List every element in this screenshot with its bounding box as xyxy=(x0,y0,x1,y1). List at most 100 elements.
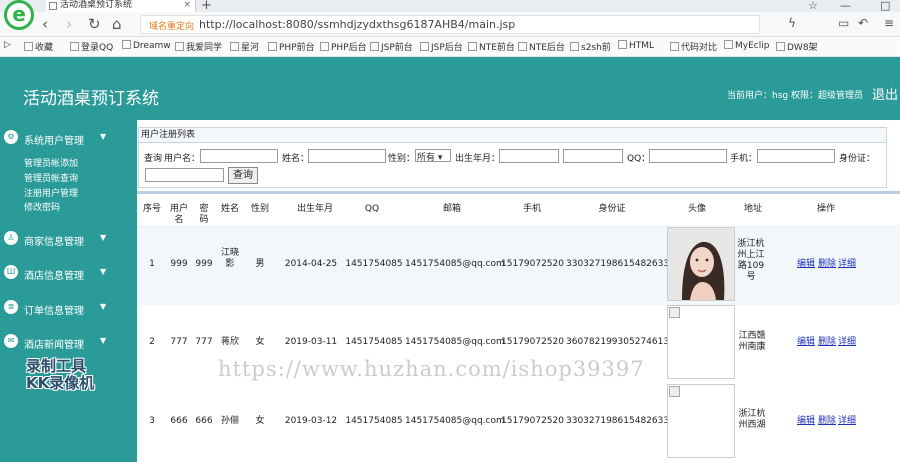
browser-tab-bar: 活动酒桌预订系统 × + ☆ — □ xyxy=(0,0,900,13)
delete-link[interactable]: 删除 xyxy=(818,259,836,270)
table-header: 手机 xyxy=(522,204,541,214)
tablet-icon[interactable]: ▭ xyxy=(838,16,849,30)
sidebar-menu-merchant[interactable]: ♙ 商家信息管理 ▼ xyxy=(0,228,137,250)
bookmark-item[interactable]: Dreamw xyxy=(122,40,171,51)
cell-address: 浙江杭州上江路109号 xyxy=(737,239,765,282)
bookmark-item[interactable]: PHP前台 xyxy=(268,40,315,53)
cell-address: 浙江杭州西湖 xyxy=(738,409,766,430)
cell-idcard: 330327198615482633 xyxy=(566,259,670,269)
cell-name: 蒋欣 xyxy=(220,337,239,347)
sidebar-toggle-icon[interactable]: ▷ xyxy=(4,40,11,50)
phone-label: 手机： xyxy=(730,154,758,164)
bookmark-item[interactable]: MyEclip xyxy=(724,40,769,51)
cell-username: 999 xyxy=(170,259,188,269)
bookmark-item[interactable]: s2sh前 xyxy=(570,40,611,53)
sidebar-menu-hotel[interactable]: Ш 酒店信息管理 ▼ xyxy=(0,262,137,284)
bookmark-item[interactable]: 星河 xyxy=(230,40,259,53)
cell-name: 江晓影 xyxy=(221,248,240,269)
idcard-label: 身份证： xyxy=(839,154,876,164)
sidebar-sub-admin-query[interactable]: 管理员帐查询 xyxy=(24,171,78,184)
search-button[interactable]: 查询 xyxy=(228,167,258,184)
bookmark-item[interactable]: JSP前台 xyxy=(370,40,413,53)
detail-link[interactable]: 详细 xyxy=(838,337,856,348)
avatar xyxy=(667,305,735,379)
name-label: 姓名： xyxy=(282,154,310,164)
bookmark-item[interactable]: 代码对比 xyxy=(670,40,717,53)
close-tab-icon[interactable]: × xyxy=(183,0,191,11)
bookmark-star-icon[interactable]: ☆ xyxy=(808,0,818,12)
maximize-icon[interactable]: □ xyxy=(880,0,890,12)
table-header: 邮箱 xyxy=(442,204,461,214)
bookmark-icon xyxy=(320,42,329,51)
sidebar-menu-order[interactable]: ≣ 订单信息管理 ▼ xyxy=(0,297,137,319)
edit-link[interactable]: 编辑 xyxy=(797,337,815,348)
sidebar-sub-user-manage[interactable]: 注册用户管理 xyxy=(24,186,78,199)
user-icon: ♙ xyxy=(4,231,18,245)
bookmark-item[interactable]: JSP后台 xyxy=(420,40,463,53)
sidebar-menu-news[interactable]: ✉ 酒店新闻管理 ▼ xyxy=(0,331,137,353)
cell-password: 666 xyxy=(195,416,213,426)
url-text[interactable]: http://localhost:8080/ssmhdjzydxthsg6187… xyxy=(199,18,515,31)
cell-birth: 2019-03-11 xyxy=(284,337,338,347)
minimize-icon[interactable]: — xyxy=(840,0,851,12)
app-title: 活动酒桌预订系统 xyxy=(23,89,159,109)
gender-select[interactable]: 所有 ▾ xyxy=(415,149,451,163)
order-icon: ≣ xyxy=(4,300,18,314)
browser-tab[interactable]: 活动酒桌预订系统 × xyxy=(46,0,196,12)
qq-label: QQ： xyxy=(627,154,651,164)
cell-qq: 1451754085 xyxy=(345,259,403,269)
bookmark-item[interactable]: PHP后台 xyxy=(320,40,367,53)
lightning-icon[interactable]: ϟ xyxy=(788,16,796,30)
edit-link[interactable]: 编辑 xyxy=(797,259,815,270)
bookmark-icon xyxy=(175,42,184,51)
sidebar-sub-admin-add[interactable]: 管理员帐添加 xyxy=(24,156,78,169)
url-field[interactable]: 域名重定向 http://localhost:8080/ssmhdjzydxth… xyxy=(140,15,760,34)
bookmark-item[interactable]: NTE前台 xyxy=(468,40,515,53)
query-label: 查询 xyxy=(144,154,163,164)
username-input[interactable] xyxy=(200,149,278,163)
birth-start-input[interactable] xyxy=(499,149,559,163)
name-input[interactable] xyxy=(308,149,386,163)
bookmark-item[interactable]: 我爱同学 xyxy=(175,40,222,53)
sidebar-menu-system-users[interactable]: ⚙ 系统用户管理 ▼ xyxy=(0,127,137,149)
table-header: 操作 xyxy=(816,204,835,214)
cell-email: 1451754085@qq.com xyxy=(405,416,505,426)
table-header: 密码 xyxy=(199,204,209,225)
bookmark-item[interactable]: DW8架 xyxy=(776,40,818,53)
sidebar-sub-change-password[interactable]: 修改密码 xyxy=(24,200,60,213)
bookmark-icon xyxy=(618,40,627,49)
tab-title: 活动酒桌预订系统 xyxy=(60,0,133,10)
edit-link[interactable]: 编辑 xyxy=(797,416,815,427)
bookmark-item[interactable]: 登录QQ xyxy=(70,40,113,53)
bookmark-item[interactable]: NTE后台 xyxy=(518,40,565,53)
delete-link[interactable]: 删除 xyxy=(818,416,836,427)
bookmark-icon xyxy=(570,42,579,51)
avatar xyxy=(667,384,735,458)
address-bar: ‹ › ↻ ⌂ 域名重定向 http://localhost:8080/ssmh… xyxy=(0,12,900,37)
reload-icon[interactable]: ↻ xyxy=(88,15,101,33)
home-icon[interactable]: ⌂ xyxy=(112,15,122,33)
logout-link[interactable]: 退出 xyxy=(872,84,898,103)
table-header: QQ xyxy=(364,204,380,214)
cell-birth: 2014-04-25 xyxy=(284,259,338,269)
undo-icon[interactable]: ↶ xyxy=(858,16,868,30)
cell-qq: 1451754085 xyxy=(345,416,403,426)
qq-input[interactable] xyxy=(649,149,727,163)
phone-input[interactable] xyxy=(757,149,835,163)
menu-icon[interactable]: ≡ xyxy=(884,16,894,30)
birth-label: 出生年月： xyxy=(455,154,501,164)
bookmark-item[interactable]: 收藏 xyxy=(24,40,53,53)
delete-link[interactable]: 删除 xyxy=(818,337,836,348)
detail-link[interactable]: 详细 xyxy=(838,416,856,427)
detail-link[interactable]: 详细 xyxy=(838,259,856,270)
cell-no: 3 xyxy=(149,416,155,426)
main-panel: 用户注册列表 查询 用户名： 姓名： 性别： 所有 ▾ 出生年月： QQ： 手机… xyxy=(137,120,900,462)
idcard-input[interactable] xyxy=(145,168,224,182)
back-icon[interactable]: ‹ xyxy=(42,15,48,33)
table-header: 性别 xyxy=(250,204,269,214)
cell-birth: 2019-03-12 xyxy=(284,416,338,426)
building-icon: Ш xyxy=(4,265,18,279)
forward-icon[interactable]: › xyxy=(66,15,72,33)
bookmark-item[interactable]: HTML xyxy=(618,40,654,51)
birth-end-input[interactable] xyxy=(563,149,623,163)
